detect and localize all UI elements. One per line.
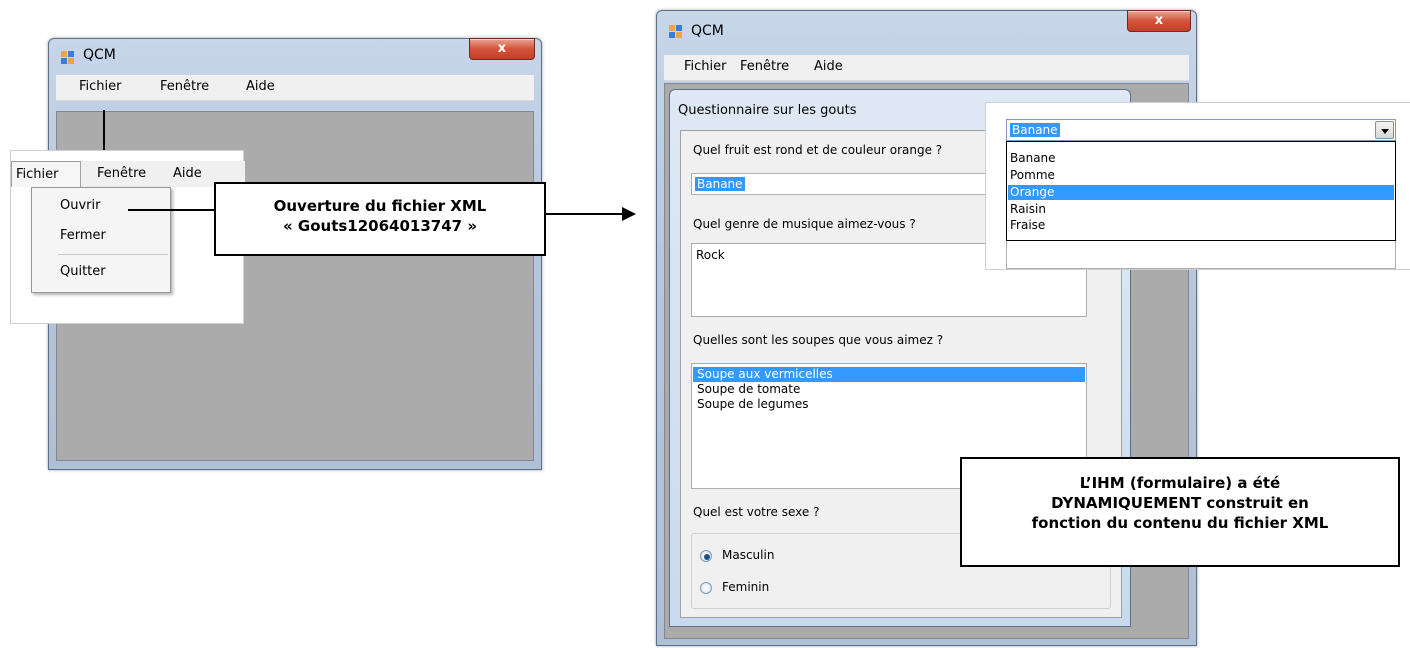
- close-button[interactable]: x: [469, 38, 535, 60]
- radio-label: Feminin: [722, 580, 770, 594]
- list-item[interactable]: Soupe de tomate: [697, 382, 800, 397]
- callout-line: L’IHM (formulaire) a été: [1079, 474, 1281, 492]
- window-title: QCM: [691, 23, 724, 39]
- radio-masculin[interactable]: [700, 550, 712, 562]
- menu-fenetre[interactable]: Fenêtre: [160, 75, 209, 99]
- combo-option[interactable]: Banane: [1010, 151, 1056, 166]
- callout-line: fonction du contenu du fichier XML: [1031, 514, 1329, 532]
- list-item[interactable]: Soupe aux vermicelles: [693, 367, 1085, 382]
- combo-dropdown-button[interactable]: [1375, 121, 1394, 139]
- callout-ihm-dynamic: L’IHM (formulaire) a été DYNAMIQUEMENT c…: [960, 457, 1400, 567]
- menu-item-fermer[interactable]: Fermer: [60, 228, 106, 243]
- menu-bar: Fichier Fenêtre Aide: [56, 75, 534, 101]
- combo-box[interactable]: Banane: [1006, 119, 1396, 141]
- chevron-down-icon: [1381, 129, 1389, 134]
- answer-1-value: Banane: [695, 177, 745, 191]
- combo-zoom-panel: Banane Banane Pomme Orange Raisin Fraise: [985, 102, 1410, 270]
- combo-dropdown-list: Banane Pomme Orange Raisin Fraise: [1006, 141, 1396, 241]
- menu-bar: Fichier Fenêtre Aide: [664, 55, 1189, 81]
- popup-menu-aide[interactable]: Aide: [173, 161, 202, 187]
- menu-fichier[interactable]: Fichier: [79, 75, 122, 99]
- arrow-head-icon: [622, 207, 636, 221]
- list-item[interactable]: Soupe de legumes: [697, 397, 808, 412]
- arrow-line: [546, 213, 624, 215]
- app-icon: [61, 51, 75, 65]
- combo-option[interactable]: Fraise: [1010, 218, 1045, 233]
- combo-option[interactable]: Raisin: [1010, 202, 1046, 217]
- combo-panel-bottom: [1006, 241, 1396, 269]
- window-title: QCM: [83, 47, 116, 63]
- menu-aide[interactable]: Aide: [246, 75, 275, 99]
- radio-feminin[interactable]: [700, 582, 712, 594]
- close-icon: x: [1154, 13, 1164, 28]
- menu-item-quitter[interactable]: Quitter: [60, 264, 106, 279]
- callout-line: DYNAMIQUEMENT construit en: [1051, 494, 1309, 512]
- menu-popup-panel: Fichier Fenêtre Aide Ouvrir Fermer Quitt…: [10, 150, 245, 324]
- question-4-label: Quel est votre sexe ?: [693, 505, 820, 519]
- menu-fenetre[interactable]: Fenêtre: [740, 55, 789, 79]
- menu-item-ouvrir[interactable]: Ouvrir: [60, 198, 100, 213]
- menu-separator: [58, 254, 168, 255]
- combo-option-highlighted[interactable]: Orange: [1008, 185, 1394, 200]
- close-icon: x: [497, 41, 507, 56]
- form-title: Questionnaire sur les gouts: [678, 103, 857, 118]
- close-button[interactable]: x: [1127, 10, 1191, 32]
- callout-line: Ouverture du fichier XML: [273, 197, 487, 215]
- popup-menubar: Fichier Fenêtre Aide: [11, 161, 245, 187]
- dropdown-menu: Ouvrir Fermer Quitter: [31, 187, 171, 293]
- menu-fichier[interactable]: Fichier: [684, 55, 727, 79]
- question-1-label: Quel fruit est rond et de couleur orange…: [693, 143, 943, 157]
- answer-2-value: Rock: [696, 248, 725, 262]
- popup-menu-fenetre[interactable]: Fenêtre: [97, 161, 146, 187]
- callout-line: « Gouts12064013747 »: [282, 217, 478, 235]
- combo-value: Banane: [1010, 123, 1060, 137]
- connector-line: [128, 209, 216, 211]
- question-2-label: Quel genre de musique aimez-vous ?: [693, 217, 916, 231]
- callout-open-xml: Ouverture du fichier XML « Gouts12064013…: [214, 182, 546, 256]
- question-3-label: Quelles sont les soupes que vous aimez ?: [693, 333, 944, 347]
- popup-menu-fichier[interactable]: Fichier: [11, 161, 81, 187]
- combo-option[interactable]: Pomme: [1010, 168, 1055, 183]
- menu-aide[interactable]: Aide: [814, 55, 843, 79]
- radio-label: Masculin: [722, 548, 775, 562]
- app-icon: [669, 25, 683, 39]
